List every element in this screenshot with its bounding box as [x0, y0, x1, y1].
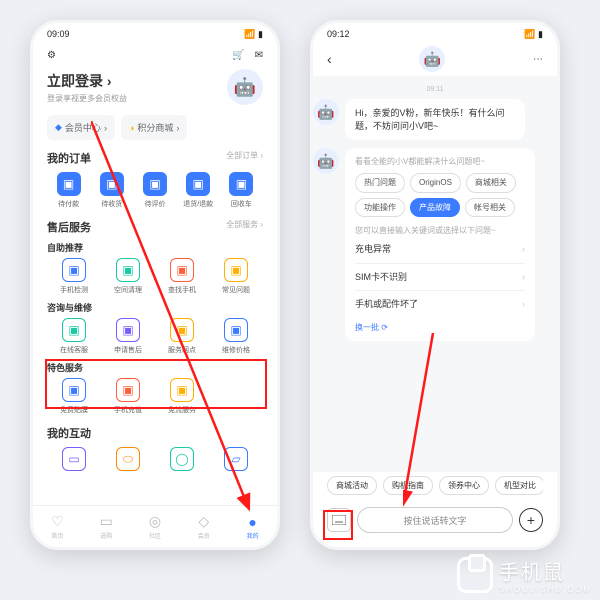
- tab-会员[interactable]: ◇会员: [179, 506, 228, 547]
- status-time: 09:12: [327, 29, 350, 40]
- status-icons: 📶 ▮: [524, 29, 543, 40]
- tile-待收货[interactable]: ▣待收货: [90, 172, 133, 209]
- tile-手机检测[interactable]: ▣手机检测: [47, 258, 101, 295]
- topic-产品故障[interactable]: 产品故障: [410, 198, 460, 217]
- orders-more[interactable]: 全部订单 ›: [226, 150, 263, 166]
- chat-message: 🤖 Hi，亲爱的V粉，新年快乐！有什么问题，不妨问问小V吧~: [313, 99, 557, 140]
- tile-空间清理[interactable]: ▣空间清理: [101, 258, 155, 295]
- tile-手机充值[interactable]: ▣手机充值: [101, 378, 155, 415]
- tile-常见问题[interactable]: ▣常见问题: [209, 258, 263, 295]
- tile-申请售后[interactable]: ▣申请售后: [101, 318, 155, 355]
- section-interact: 我的互动 ▭ ⬭ ◯ ▱: [47, 425, 263, 471]
- topic-热门问题[interactable]: 热门问题: [355, 173, 405, 192]
- login-row[interactable]: 立即登录 › 登录享视更多会员权益 🤖: [47, 69, 263, 105]
- back-icon[interactable]: ‹: [327, 51, 332, 67]
- question-item[interactable]: 充电异常›: [355, 236, 525, 263]
- tile-维修价格[interactable]: ▣维修价格: [209, 318, 263, 355]
- status-time: 09:09: [47, 29, 70, 40]
- chat-topic-card: 🤖 看看全能的小V都能解决什么问题吧~ 热门问题OriginOS商城相关功能操作…: [313, 148, 557, 341]
- tile-免费贴膜[interactable]: ▣免费贴膜: [47, 378, 101, 415]
- suggest-购机指南[interactable]: 购机指南: [383, 476, 433, 495]
- tile-退货/退款[interactable]: ▣退货/退款: [177, 172, 220, 209]
- tile-回收车[interactable]: ▣回收车: [220, 172, 263, 209]
- cart-icon[interactable]: 🛒: [232, 50, 244, 61]
- keyboard-icon[interactable]: [327, 508, 351, 532]
- suggest-机型对比[interactable]: 机型对比: [495, 476, 543, 495]
- tab-我的[interactable]: ●我的: [228, 506, 277, 547]
- avatar[interactable]: 🤖: [227, 69, 263, 105]
- chip-member[interactable]: ◆会员中心 ›: [47, 115, 115, 140]
- question-item[interactable]: SIM卡不识别›: [355, 263, 525, 291]
- refresh-topics[interactable]: 换一批 ⟳: [355, 322, 525, 333]
- input-bar: 按住说话转文字 +: [327, 501, 543, 539]
- bot-avatar: 🤖: [419, 46, 445, 72]
- tile-待付款[interactable]: ▣待付款: [47, 172, 90, 209]
- chip-points[interactable]: ◑积分商城 ›: [121, 115, 187, 140]
- question-item[interactable]: 手机或配件坏了›: [355, 290, 525, 318]
- topic-商城相关[interactable]: 商城相关: [466, 173, 516, 192]
- settings-icon[interactable]: ⚙: [47, 50, 56, 61]
- message-icon[interactable]: ✉: [255, 50, 263, 61]
- topic-功能操作[interactable]: 功能操作: [355, 198, 405, 217]
- tile-查找手机[interactable]: ▣查找手机: [155, 258, 209, 295]
- tab-bar: ♡首页▭选购◎社区◇会员●我的: [33, 505, 277, 547]
- plus-icon[interactable]: +: [519, 508, 543, 532]
- tile-服务网点[interactable]: ▣服务网点: [155, 318, 209, 355]
- topic-帐号相关[interactable]: 帐号相关: [465, 198, 515, 217]
- after-more[interactable]: 全部服务 ›: [226, 219, 263, 235]
- tile-在线客服[interactable]: ▣在线客服: [47, 318, 101, 355]
- phone-left: 09:09 📶 ▮ ⚙ 🛒 ✉ 立即登录 › 登录享视更多会员权益 🤖 ◆会员中…: [30, 20, 280, 550]
- voice-input[interactable]: 按住说话转文字: [357, 507, 513, 533]
- tile-免流服务[interactable]: ▣免流服务: [155, 378, 209, 415]
- tab-首页[interactable]: ♡首页: [33, 506, 82, 547]
- tab-社区[interactable]: ◎社区: [131, 506, 180, 547]
- phone-right: 09:12 📶 ▮ ‹ 🤖 ⋯ 09:11 🤖 Hi，亲爱的V粉，新年快乐！有什…: [310, 20, 560, 550]
- watermark: 手机鼠 SHOUJISHU.COM: [457, 556, 592, 594]
- status-icons: 📶 ▮: [244, 29, 263, 40]
- watermark-logo-icon: [457, 557, 493, 593]
- top-bar: ⚙ 🛒 ✉: [47, 42, 263, 69]
- section-orders: 我的订单全部订单 › ▣待付款▣待收货▣待评价▣退货/退款▣回收车: [47, 150, 263, 209]
- section-after: 售后服务全部服务 › 自助推荐 ▣手机检测▣空间清理▣查找手机▣常见问题 咨询与…: [47, 219, 263, 415]
- suggest-商城活动[interactable]: 商城活动: [327, 476, 377, 495]
- topic-OriginOS[interactable]: OriginOS: [410, 173, 461, 192]
- status-bar: 09:12 📶 ▮: [313, 23, 557, 42]
- more-icon[interactable]: ⋯: [533, 54, 543, 65]
- chat-header: ‹ 🤖 ⋯: [313, 42, 557, 76]
- status-bar: 09:09 📶 ▮: [33, 23, 277, 42]
- suggest-领券中心[interactable]: 领券中心: [439, 476, 489, 495]
- tab-选购[interactable]: ▭选购: [82, 506, 131, 547]
- tile-待评价[interactable]: ▣待评价: [133, 172, 176, 209]
